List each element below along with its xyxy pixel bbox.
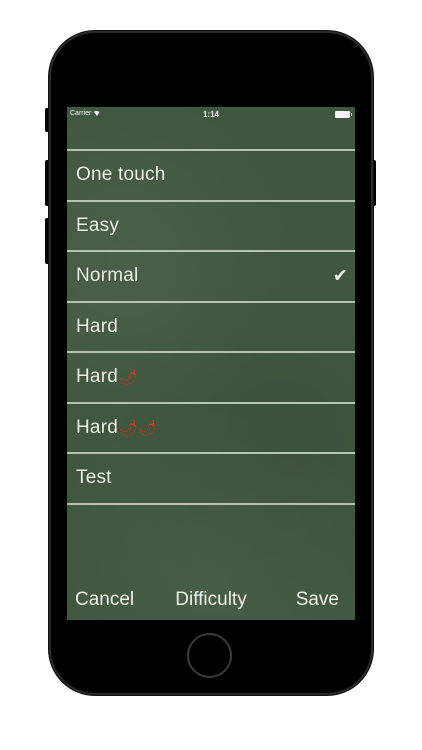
- status-time: 1:14: [202, 110, 219, 119]
- chili-pepper-icon: 🌶: [118, 369, 139, 387]
- option-label: One touch: [76, 164, 166, 186]
- difficulty-list: One touch Easy Normal ✔ Hard Hard 🌶 Hard…: [67, 149, 355, 505]
- checkmark-icon: ✔: [332, 265, 348, 286]
- battery-icon: [335, 111, 352, 118]
- option-label: Easy: [76, 214, 120, 236]
- option-label: Hard: [76, 366, 118, 388]
- save-button[interactable]: Save: [296, 589, 339, 611]
- row-divider: [67, 502, 355, 505]
- app-screen: Carrier 1:14 One touch Easy Normal ✔ Har…: [67, 107, 355, 620]
- option-label: Hard: [76, 315, 118, 337]
- difficulty-option-hard-1-pepper[interactable]: Hard 🌶: [67, 353, 355, 402]
- home-button[interactable]: [187, 633, 232, 678]
- chili-pepper-icon: 🌶🌶: [118, 419, 158, 437]
- status-bar: Carrier 1:14: [67, 107, 355, 123]
- option-label: Hard: [76, 416, 118, 438]
- difficulty-option-test[interactable]: Test: [67, 454, 355, 503]
- difficulty-option-easy[interactable]: Easy: [67, 202, 355, 251]
- option-label: Test: [76, 467, 112, 489]
- option-label: Normal: [76, 265, 139, 287]
- difficulty-option-normal[interactable]: Normal ✔: [67, 252, 355, 301]
- bottom-toolbar: Cancel Difficulty Save: [67, 585, 355, 615]
- difficulty-option-hard[interactable]: Hard: [67, 303, 355, 352]
- difficulty-option-hard-2-peppers[interactable]: Hard 🌶🌶: [67, 404, 355, 453]
- difficulty-option-one-touch[interactable]: One touch: [67, 151, 355, 200]
